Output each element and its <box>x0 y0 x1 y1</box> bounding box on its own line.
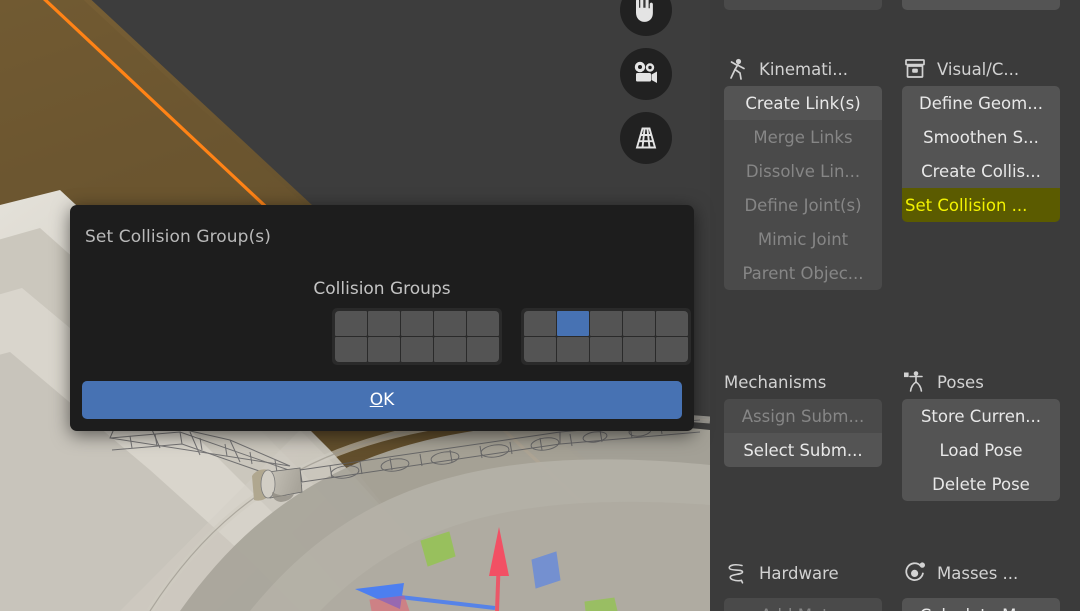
operator-button[interactable]: Load Pose <box>902 433 1060 467</box>
panel-masses-inertia: Masses ... <box>902 556 1060 590</box>
collision-group-cell[interactable] <box>434 311 466 336</box>
ok-accel-char: O <box>369 390 384 410</box>
operator-button[interactable]: Create Link(s) <box>724 86 882 120</box>
blender-window: Set Collision Group(s) Collision Groups … <box>0 0 1080 611</box>
operator-button: Merge Links <box>724 120 882 154</box>
collision-group-cell[interactable] <box>524 311 556 336</box>
operator-button: Dissolve Lin... <box>724 154 882 188</box>
perspective-toggle-button[interactable] <box>620 112 672 164</box>
hand-pan-button[interactable] <box>620 0 672 36</box>
pose-figure-icon <box>902 369 928 395</box>
panel-title: Masses ... <box>937 563 1019 583</box>
collision-groups-label: Collision Groups <box>313 279 451 299</box>
operator-button[interactable]: Set Collision ... <box>902 188 1060 222</box>
collision-group-cell[interactable] <box>401 311 433 336</box>
camera-view-button[interactable] <box>620 48 672 100</box>
operator-button: Assign Subm... <box>724 399 882 433</box>
button-stack-mechanisms: Assign Subm... Select Subm... <box>724 399 882 467</box>
collision-group-cell[interactable] <box>335 311 367 336</box>
operator-button: Mimic Joint <box>724 222 882 256</box>
operator-button[interactable]: Select Subm... <box>724 433 882 467</box>
collision-groups-grid-2[interactable] <box>521 308 691 365</box>
collision-group-cell[interactable] <box>368 337 400 362</box>
panel-header-hardware[interactable]: Hardware <box>724 556 882 590</box>
collision-group-cell[interactable] <box>524 337 556 362</box>
dialog-title: Set Collision Group(s) <box>85 227 271 247</box>
ok-rest-chars: K <box>383 390 395 410</box>
operator-button[interactable]: Delete Pose <box>902 467 1060 501</box>
operator-button[interactable]: Smoothen S... <box>902 120 1060 154</box>
collision-groups-widget <box>332 308 691 365</box>
collision-group-cell[interactable] <box>434 337 466 362</box>
panel-poses: Poses Store Curren... Load Pose Delete Pose <box>902 365 1060 501</box>
operator-button[interactable]: Define Geom... <box>902 86 1060 120</box>
panel-title: Visual/C... <box>937 59 1020 79</box>
archive-box-icon <box>902 56 928 82</box>
collision-group-cell[interactable] <box>656 337 688 362</box>
button-stack-visual-collision: Define Geom... Smoothen S... Create Collis… <box>902 86 1060 222</box>
collision-group-cell[interactable] <box>623 311 655 336</box>
phobos-tool-sidebar: Set Model R... Add Annotati... Kinemati...… <box>710 0 1080 611</box>
collision-group-cell[interactable] <box>368 311 400 336</box>
grid-perspective-icon <box>631 123 661 153</box>
collision-group-cell[interactable] <box>557 337 589 362</box>
operator-button[interactable]: Store Curren... <box>902 399 1060 433</box>
button-stack-kinematics: Create Link(s) Merge Links Dissolve Lin...… <box>724 86 882 290</box>
panel-title: Hardware <box>759 563 839 583</box>
collision-group-cell[interactable] <box>467 337 499 362</box>
panel-title: Mechanisms <box>724 372 827 392</box>
collision-group-cell[interactable] <box>656 311 688 336</box>
panel-header-poses[interactable]: Poses <box>902 365 1060 399</box>
collision-groups-grid-1[interactable] <box>332 308 502 365</box>
panel-title: Kinemati... <box>759 59 848 79</box>
operator-button[interactable]: Create Collis... <box>902 154 1060 188</box>
collision-group-cell[interactable] <box>590 311 622 336</box>
collision-group-cell[interactable] <box>623 337 655 362</box>
panel-mechanisms: Mechanisms Assign Subm... Select Subm... <box>724 365 882 467</box>
clipped-operator-button[interactable]: Add Annotati... <box>902 0 1060 10</box>
panel-header-masses-inertia[interactable]: Masses ... <box>902 556 1060 590</box>
operator-button: Define Joint(s) <box>724 188 882 222</box>
panel-header-visual-collision[interactable]: Visual/C... <box>902 52 1060 86</box>
panel-title: Poses <box>937 372 984 392</box>
kinematics-figure-icon <box>724 56 750 82</box>
panel-hardware: Hardware <box>724 556 882 590</box>
camera-icon <box>630 58 662 90</box>
panel-header-kinematics[interactable]: Kinemati... <box>724 52 882 86</box>
panel-kinematics: Kinemati... Create Link(s) Merge Links Diss… <box>724 52 882 290</box>
panel-header-mechanisms[interactable]: Mechanisms <box>724 365 882 399</box>
ok-button[interactable]: OK <box>82 381 682 419</box>
collision-group-cell[interactable] <box>557 311 589 336</box>
hand-pan-icon <box>631 0 661 25</box>
spring-coil-icon <box>724 560 750 586</box>
set-collision-groups-dialog: Set Collision Group(s) Collision Groups … <box>70 205 694 431</box>
collision-group-cell[interactable] <box>401 337 433 362</box>
collision-group-cell[interactable] <box>335 337 367 362</box>
button-stack-poses: Store Curren... Load Pose Delete Pose <box>902 399 1060 501</box>
collision-group-cell[interactable] <box>467 311 499 336</box>
panel-visual-collision: Visual/C... Define Geom... Smoothen S... Cr… <box>902 52 1060 222</box>
clipped-operator-button: Add Motor <box>724 598 882 611</box>
collision-group-cell[interactable] <box>590 337 622 362</box>
operator-button: Parent Objec... <box>724 256 882 290</box>
viewport-gizmo-buttons <box>620 0 672 164</box>
orbit-mass-icon <box>902 560 928 586</box>
clipped-operator-button[interactable]: Calculate Ma... <box>902 598 1060 611</box>
clipped-operator-button: Set Model R... <box>724 0 882 10</box>
